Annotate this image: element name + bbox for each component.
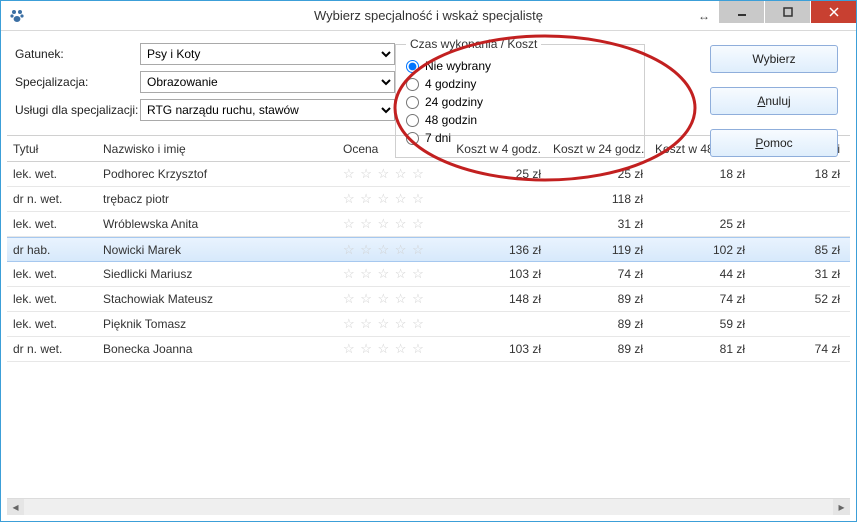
- gatunek-select[interactable]: Psy i Koty: [140, 43, 395, 65]
- radio-48-godzin[interactable]: 48 godzin: [406, 113, 634, 127]
- cell-rating: ☆ ☆ ☆ ☆ ☆: [337, 316, 447, 332]
- cell-k48: 81 zł: [649, 342, 751, 356]
- app-icon: [9, 8, 25, 24]
- resize-arrows-icon[interactable]: ↔: [690, 1, 718, 30]
- radio-4-godziny-input[interactable]: [406, 78, 419, 91]
- form-area: Gatunek: Psy i Koty Specjalizacja: Obraz…: [1, 31, 856, 135]
- cell-k7: 18 zł: [751, 167, 846, 181]
- close-button[interactable]: [811, 1, 856, 23]
- czas-koszt-group: Czas wykonania / Koszt Nie wybrany 4 god…: [395, 37, 645, 158]
- cell-title: dr hab.: [7, 243, 97, 257]
- cell-title: lek. wet.: [7, 167, 97, 181]
- table-body: lek. wet.Podhorec Krzysztof☆ ☆ ☆ ☆ ☆25 z…: [7, 162, 850, 498]
- table-row[interactable]: lek. wet.Podhorec Krzysztof☆ ☆ ☆ ☆ ☆25 z…: [7, 162, 850, 187]
- window-buttons: ↔: [690, 1, 856, 30]
- radio-nie-wybrany[interactable]: Nie wybrany: [406, 59, 634, 73]
- cell-k24: 74 zł: [547, 267, 649, 281]
- table-row[interactable]: lek. wet.Wróblewska Anita☆ ☆ ☆ ☆ ☆ 31 zł2…: [7, 212, 850, 237]
- uslugi-label: Usługi dla specjalizacji:: [15, 103, 140, 117]
- scroll-right-icon[interactable]: ▸: [833, 499, 850, 516]
- cell-name: Bonecka Joanna: [97, 342, 337, 356]
- radio-48-godzin-input[interactable]: [406, 114, 419, 127]
- cell-title: lek. wet.: [7, 217, 97, 231]
- cell-k48: 25 zł: [649, 217, 751, 231]
- radio-7-dni[interactable]: 7 dni: [406, 131, 634, 145]
- cell-k24: 89 zł: [547, 317, 649, 331]
- minimize-button[interactable]: [719, 1, 764, 23]
- cell-name: Pięknik Tomasz: [97, 317, 337, 331]
- cell-k4: 25 zł: [447, 167, 547, 181]
- table-row[interactable]: lek. wet.Pięknik Tomasz☆ ☆ ☆ ☆ ☆ 89 zł59 …: [7, 312, 850, 337]
- cell-rating: ☆ ☆ ☆ ☆ ☆: [337, 216, 447, 232]
- cell-k48: 18 zł: [649, 167, 751, 181]
- specjalizacja-label: Specjalizacja:: [15, 75, 140, 89]
- specjalizacja-select[interactable]: Obrazowanie: [140, 71, 395, 93]
- cell-name: Wróblewska Anita: [97, 217, 337, 231]
- cell-k48: 102 zł: [649, 243, 751, 257]
- anuluj-button[interactable]: Anuluj: [710, 87, 838, 115]
- cell-k48: 44 zł: [649, 267, 751, 281]
- cell-title: lek. wet.: [7, 267, 97, 281]
- uslugi-select[interactable]: RTG narządu ruchu, stawów: [140, 99, 395, 121]
- radio-4-godziny[interactable]: 4 godziny: [406, 77, 634, 91]
- scroll-left-icon[interactable]: ◂: [7, 499, 24, 516]
- cell-rating: ☆ ☆ ☆ ☆ ☆: [337, 166, 447, 182]
- titlebar: Wybierz specjalność i wskaż specjalistę …: [1, 1, 856, 31]
- cell-k4: 136 zł: [447, 243, 547, 257]
- cell-title: lek. wet.: [7, 292, 97, 306]
- cell-k4: 148 zł: [447, 292, 547, 306]
- table-row[interactable]: lek. wet.Stachowiak Mateusz☆ ☆ ☆ ☆ ☆148 …: [7, 287, 850, 312]
- radio-7-dni-input[interactable]: [406, 132, 419, 145]
- cell-rating: ☆ ☆ ☆ ☆ ☆: [337, 291, 447, 307]
- cell-name: Podhorec Krzysztof: [97, 167, 337, 181]
- cell-k24: 89 zł: [547, 292, 649, 306]
- wybierz-button[interactable]: Wybierz: [710, 45, 838, 73]
- specialists-table: Tytuł Nazwisko i imię Ocena Koszt w 4 go…: [7, 135, 850, 515]
- cell-rating: ☆ ☆ ☆ ☆ ☆: [337, 242, 447, 258]
- cell-k4: 103 zł: [447, 342, 547, 356]
- cell-k24: 25 zł: [547, 167, 649, 181]
- cell-k48: 74 zł: [649, 292, 751, 306]
- cell-title: dr n. wet.: [7, 192, 97, 206]
- table-row[interactable]: lek. wet.Siedlicki Mariusz☆ ☆ ☆ ☆ ☆103 z…: [7, 262, 850, 287]
- cell-k7: 31 zł: [751, 267, 846, 281]
- cell-k24: 31 zł: [547, 217, 649, 231]
- cell-k7: 74 zł: [751, 342, 846, 356]
- horizontal-scrollbar[interactable]: ◂ ▸: [7, 498, 850, 515]
- cell-k24: 118 zł: [547, 192, 649, 206]
- cell-k7: 52 zł: [751, 292, 846, 306]
- pomoc-button[interactable]: Pomoc: [710, 129, 838, 157]
- form-left: Gatunek: Psy i Koty Specjalizacja: Obraz…: [15, 43, 395, 127]
- cell-title: lek. wet.: [7, 317, 97, 331]
- radio-nie-wybrany-input[interactable]: [406, 60, 419, 73]
- gatunek-label: Gatunek:: [15, 47, 140, 61]
- czas-koszt-legend: Czas wykonania / Koszt: [406, 37, 541, 51]
- cell-rating: ☆ ☆ ☆ ☆ ☆: [337, 191, 447, 207]
- cell-name: Siedlicki Mariusz: [97, 267, 337, 281]
- cell-rating: ☆ ☆ ☆ ☆ ☆: [337, 266, 447, 282]
- cell-k24: 119 zł: [547, 243, 649, 257]
- cell-title: dr n. wet.: [7, 342, 97, 356]
- cell-k48: 59 zł: [649, 317, 751, 331]
- cell-k7: 85 zł: [751, 243, 846, 257]
- col-name[interactable]: Nazwisko i imię: [97, 142, 337, 156]
- cell-name: trębacz piotr: [97, 192, 337, 206]
- maximize-button[interactable]: [765, 1, 810, 23]
- cell-name: Stachowiak Mateusz: [97, 292, 337, 306]
- cell-k24: 89 zł: [547, 342, 649, 356]
- table-row[interactable]: dr n. wet.trębacz piotr☆ ☆ ☆ ☆ ☆ 118 zł: [7, 187, 850, 212]
- cell-name: Nowicki Marek: [97, 243, 337, 257]
- table-row[interactable]: dr hab.Nowicki Marek☆ ☆ ☆ ☆ ☆136 zł119 z…: [7, 237, 850, 262]
- radio-24-godziny[interactable]: 24 godziny: [406, 95, 634, 109]
- cell-k4: 103 zł: [447, 267, 547, 281]
- radio-24-godziny-input[interactable]: [406, 96, 419, 109]
- table-row[interactable]: dr n. wet.Bonecka Joanna☆ ☆ ☆ ☆ ☆103 zł8…: [7, 337, 850, 362]
- action-buttons: Wybierz Anuluj Pomoc: [710, 45, 838, 157]
- col-title[interactable]: Tytuł: [7, 142, 97, 156]
- cell-rating: ☆ ☆ ☆ ☆ ☆: [337, 341, 447, 357]
